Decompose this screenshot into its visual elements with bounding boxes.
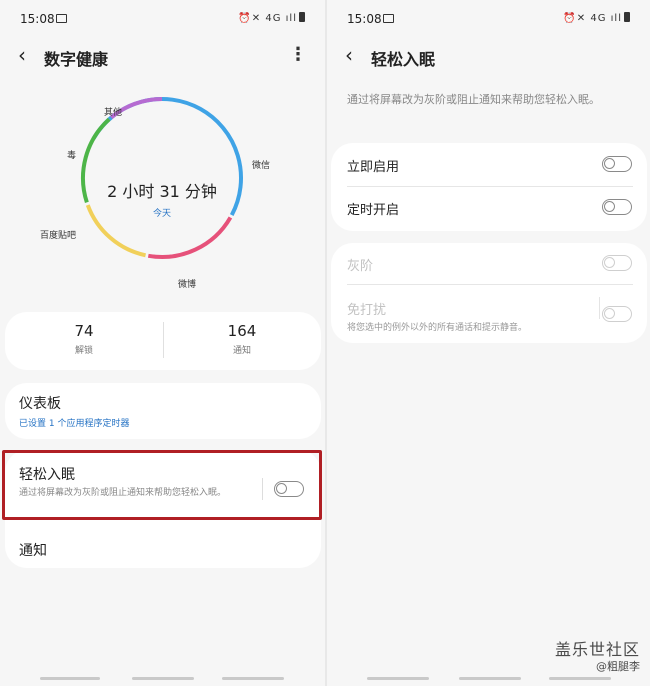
ring-label-other: 其他 [104,108,123,118]
toggle-knob [604,201,615,212]
highlight-box [2,450,322,520]
ring-arc-weibo [147,216,233,259]
unlocks-stat[interactable]: 74 解锁 [9,322,159,356]
toggle-knob [604,257,615,268]
status-bar: 15:08 ⏰✕ 4G ıll [347,12,630,30]
grayscale-label: 灰阶 [347,259,374,274]
page-title: 轻松入眠 [371,50,436,69]
stats-card: 74 解锁 164 通知 [5,312,321,370]
ring-center: 2 小时 31 分钟 今天 [82,178,242,219]
nav-indicator [222,677,284,680]
total-usage-time: 2 小时 31 分钟 [107,182,217,201]
ring-label-baidu: 百度贴吧 [40,231,77,241]
stats-divider [163,322,164,358]
toggle-knob [604,158,615,169]
toggle-knob [604,308,615,319]
row-divider [347,284,633,285]
enable-now-label[interactable]: 立即启用 [347,156,399,175]
status-icons: ⏰✕ 4G ıll [238,12,305,24]
dashboard-subtitle: 已设置 1 个应用程序定时器 [19,419,130,429]
nav-indicator [549,677,611,680]
notification-row[interactable]: 通知 [19,540,47,560]
page-title: 数字健康 [44,50,109,69]
enable-now-toggle[interactable] [602,156,632,172]
dashboard-title: 仪表板 [19,396,61,412]
more-options-icon[interactable]: ⋮ [289,44,307,66]
back-arrow-icon[interactable]: ‹ [18,44,26,66]
digital-wellbeing-screen: 15:08 ⏰✕ 4G ıll ‹ 数字健康 ⋮ 其他 毒 微信 百度贴吧 微博… [0,0,325,686]
nav-indicator [367,677,429,680]
scheduled-label[interactable]: 定时开启 [347,199,399,218]
image-notification-icon [56,14,67,23]
image-notification-icon [383,14,394,23]
watermark-community: 盖乐世社区 [554,640,640,659]
unlocks-label: 解锁 [74,346,93,356]
nav-indicator [459,677,521,680]
ring-label-du: 毒 [67,151,77,161]
app-bar: ‹ 数字健康 ⋮ [18,44,307,69]
today-label: 今天 [152,209,171,219]
notifications-count: 164 [227,322,257,340]
disabled-options-card: 灰阶 免打扰 将您选中的例外以外的所有通话和提示静音。 [331,243,647,343]
status-time: 15:08 [20,12,55,26]
watermark-author: @粗腿李 [596,660,640,673]
battery-icon [624,12,630,22]
ring-label-wechat: 微信 [252,161,271,171]
battery-icon [299,12,305,22]
status-bar: 15:08 ⏰✕ 4G ıll [20,12,305,30]
enable-options-card: 立即启用 定时开启 [331,143,647,231]
grayscale-toggle [602,255,632,271]
app-bar: ‹ 轻松入眠 [345,44,632,69]
unlocks-count: 74 [74,322,94,340]
usage-ring-chart[interactable]: 其他 毒 微信 百度贴吧 微博 2 小时 31 分钟 今天 [0,90,325,300]
dashboard-card[interactable]: 仪表板 已设置 1 个应用程序定时器 [5,383,321,439]
dnd-description: 将您选中的例外以外的所有通话和提示静音。 [347,323,528,333]
dnd-label: 免打扰 [347,303,387,318]
scheduled-toggle[interactable] [602,199,632,215]
status-time: 15:08 [347,12,382,26]
back-arrow-icon[interactable]: ‹ [345,44,353,66]
notifications-label: 通知 [232,346,251,356]
easy-sleep-screen: 15:08 ⏰✕ 4G ıll ‹ 轻松入眠 通过将屏幕改为灰阶或阻止通知来帮助… [325,0,650,686]
dnd-divider [599,297,600,319]
nav-indicator [40,677,100,680]
ring-label-weibo: 微博 [178,280,197,290]
notifications-stat[interactable]: 164 通知 [167,322,317,356]
page-description: 通过将屏幕改为灰阶或阻止通知来帮助您轻松入眠。 [347,93,600,106]
status-icons: ⏰✕ 4G ıll [563,12,630,24]
nav-indicator [132,677,194,680]
row-divider [347,186,633,187]
dnd-toggle [602,306,632,322]
